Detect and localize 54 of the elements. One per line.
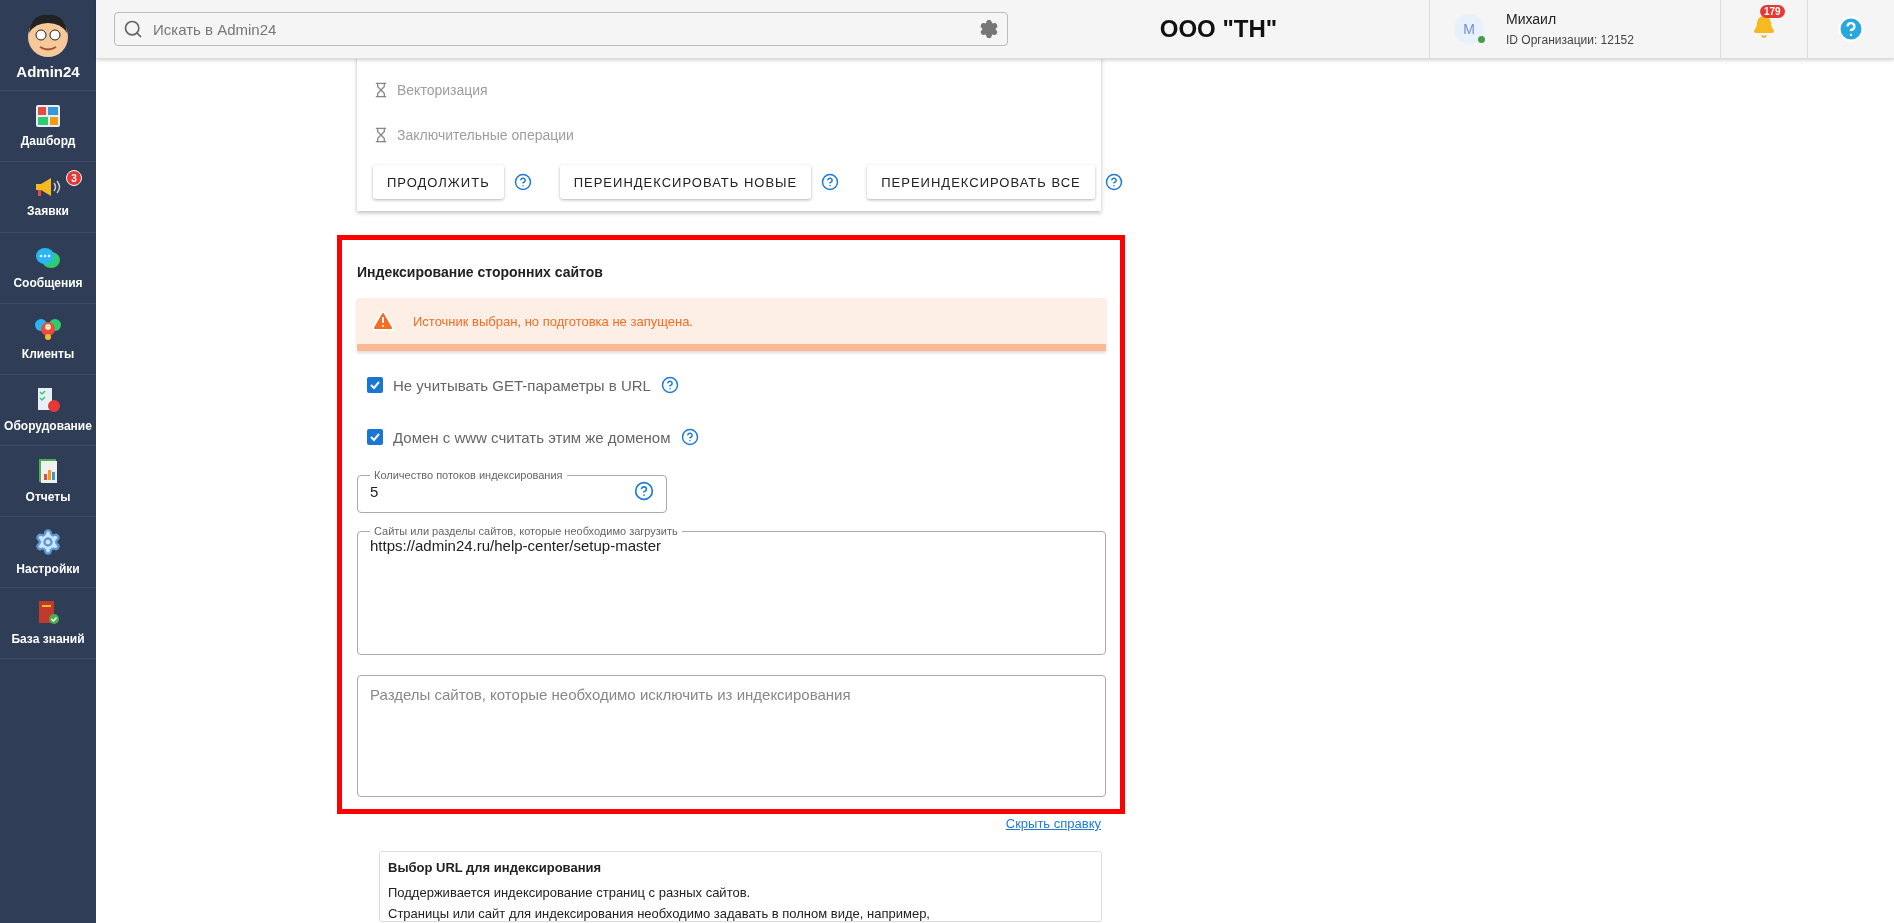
hourglass-icon bbox=[373, 126, 389, 143]
help-icon[interactable] bbox=[680, 428, 699, 446]
sites-text-area[interactable]: Сайты или разделы сайтов, которые необходимо загрузить https://admin24.ru/help-center/setup-master bbox=[357, 525, 1106, 655]
megaphone-icon bbox=[34, 176, 62, 198]
help-icon[interactable] bbox=[821, 173, 840, 191]
search-input[interactable]: Искать в Admin24 bbox=[151, 19, 971, 39]
help-icon[interactable] bbox=[634, 481, 654, 501]
warning-icon bbox=[371, 309, 395, 333]
hourglass-icon bbox=[373, 81, 389, 98]
help-icon[interactable] bbox=[660, 376, 679, 394]
threads-input-field[interactable]: Количество потоков индексирования 5 bbox=[357, 469, 667, 513]
sidebar-item[interactable]: Заявки 3 bbox=[0, 162, 96, 233]
checkbox[interactable] bbox=[367, 429, 383, 445]
hide-help-link[interactable]: Скрыть справку bbox=[1005, 816, 1101, 831]
section-title: Индексирование сторонних сайтов bbox=[357, 264, 604, 280]
people-icon bbox=[34, 317, 62, 341]
search-icon bbox=[123, 19, 143, 39]
organization-name: ООО "ТН" bbox=[1158, 15, 1279, 43]
action-button[interactable]: ПЕРЕИНДЕКСИРОВАТЬ ВСЕ bbox=[867, 165, 1095, 199]
user-name: Михаил bbox=[1506, 11, 1558, 27]
checklist-icon bbox=[35, 387, 61, 413]
step-label: Заключительные операции bbox=[397, 126, 574, 143]
count-badge: 3 bbox=[66, 170, 82, 186]
step-label: Векторизация bbox=[397, 81, 488, 98]
sidebar-item[interactable]: Сообщения bbox=[0, 233, 96, 304]
help-icon[interactable] bbox=[513, 173, 532, 191]
help-text: Поддерживается индексирование страниц с разных сайтов. bbox=[388, 885, 752, 900]
alert-text: Источник выбран, но подготовка не запущена. bbox=[413, 313, 693, 329]
sidebar-item[interactable]: Настройки bbox=[0, 517, 96, 588]
checkbox-label: Не учитывать GET-параметры в URL bbox=[393, 376, 651, 394]
checkbox[interactable] bbox=[367, 377, 383, 393]
sidebar-item[interactable]: Дашборд bbox=[0, 91, 96, 162]
sidebar-item[interactable]: Отчеты bbox=[0, 446, 96, 517]
report-chart-icon bbox=[36, 458, 60, 484]
book-icon bbox=[36, 600, 60, 626]
sidebar-item[interactable]: Клиенты bbox=[0, 304, 96, 375]
settings-icon[interactable] bbox=[979, 19, 999, 39]
sidebar-item[interactable]: Оборудование bbox=[0, 375, 96, 446]
checkbox-label: Домен с www считать этим же доменом bbox=[393, 428, 671, 446]
action-button[interactable]: ПЕРЕИНДЕКСИРОВАТЬ НОВЫЕ bbox=[559, 165, 812, 199]
notification-count: 179 bbox=[1760, 5, 1785, 18]
help-title: Выбор URL для индексирования bbox=[388, 860, 603, 875]
notification-bell-icon[interactable] bbox=[1752, 15, 1776, 39]
help-icon[interactable] bbox=[1104, 173, 1123, 191]
brand-name: Admin24 bbox=[16, 62, 80, 80]
help-text: Страницы или сайт для индексирования необходимо задавать в полном виде, например, bbox=[388, 906, 931, 921]
chat-bubbles-icon bbox=[35, 246, 61, 270]
organization-id: ID Организации: 12152 bbox=[1506, 33, 1634, 47]
action-button[interactable]: ПРОДОЛЖИТЬ bbox=[373, 165, 504, 199]
sidebar-item[interactable]: База знаний bbox=[0, 588, 96, 659]
gear-icon bbox=[34, 528, 62, 556]
exclude-text-area[interactable]: Разделы сайтов, которые необходимо исключить из индексирования bbox=[357, 675, 1106, 797]
dashboard-tiles-icon bbox=[35, 104, 61, 128]
search-field[interactable]: Искать в Admin24 bbox=[114, 12, 1008, 46]
